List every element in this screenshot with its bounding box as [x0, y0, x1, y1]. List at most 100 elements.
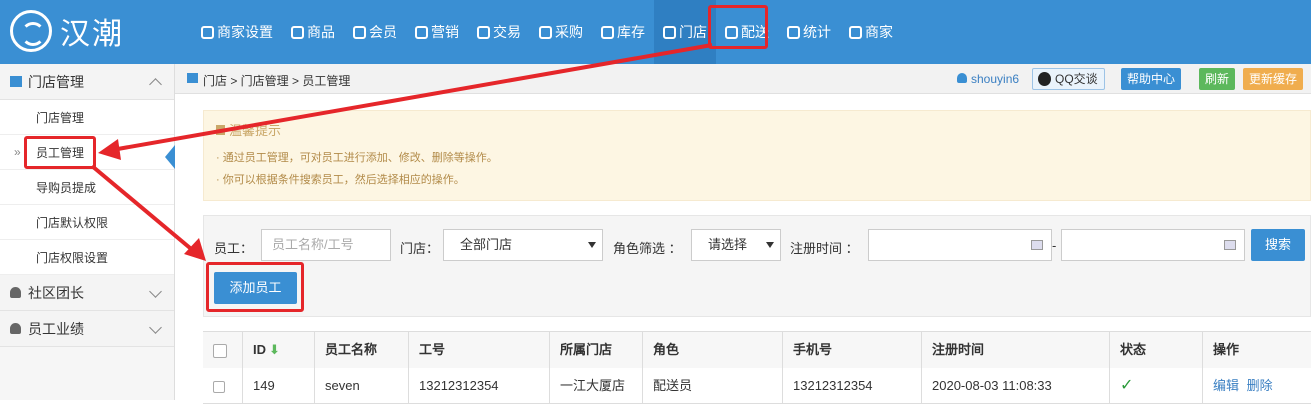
- user-icon: [10, 287, 21, 298]
- breadcrumb: 门店 > 门店管理 > 员工管理: [203, 74, 351, 88]
- tip-icon: [216, 125, 225, 135]
- brand-logo[interactable]: 汉潮: [10, 9, 124, 53]
- tips-title: 温馨提示: [216, 120, 281, 139]
- cell-name: seven: [315, 368, 409, 404]
- select-all-checkbox[interactable]: [213, 343, 227, 358]
- gear-icon: [201, 25, 214, 39]
- employee-search-input[interactable]: 员工名称/工号: [261, 229, 391, 261]
- nav-merchant[interactable]: 商家: [840, 0, 902, 64]
- top-navbar: 汉潮 商家设置 商品 会员 营销 交易 采购 库存 门店 配送 统计 商家: [0, 0, 1311, 64]
- column-header-phone: 手机号: [783, 332, 922, 368]
- edit-link[interactable]: 编辑: [1213, 378, 1239, 393]
- nav-purchase[interactable]: 采购: [530, 0, 592, 64]
- chevron-up-icon: [149, 78, 162, 91]
- sort-download-icon[interactable]: ⬇: [269, 342, 280, 357]
- cell-status: ✓: [1110, 368, 1203, 404]
- qq-chat-button[interactable]: QQ交谈: [1032, 68, 1105, 90]
- cell-reg-time: 2020-08-03 11:08:33: [922, 368, 1110, 404]
- nav-stores-highlight: [708, 5, 768, 49]
- home-icon: [663, 25, 676, 39]
- cup-icon: [539, 25, 552, 39]
- table-header: ID ⬇ 员工名称 工号 所属门店 角色 手机号 注册时间 状态 操作: [203, 332, 1311, 368]
- date-separator: -: [1052, 238, 1057, 253]
- sidebar-item-guide-commission[interactable]: 导购员提成: [0, 170, 174, 205]
- calendar-icon[interactable]: [1031, 240, 1043, 250]
- qq-label: QQ交谈: [1055, 72, 1098, 86]
- nav-label: 营销: [431, 24, 459, 40]
- nav-label: 库存: [617, 24, 645, 40]
- table-row: 149 seven 13212312354 一江大厦店 配送员 13212312…: [203, 368, 1311, 404]
- sidebar-group-employee-performance[interactable]: 员工业绩: [0, 311, 174, 347]
- sidebar-item-permission-settings[interactable]: 门店权限设置: [0, 240, 174, 275]
- database-icon: [291, 25, 304, 39]
- home-icon: [187, 73, 198, 83]
- current-user[interactable]: shouyin6: [971, 72, 1019, 86]
- calendar-icon[interactable]: [1224, 240, 1236, 250]
- home-icon: [10, 76, 22, 87]
- chevron-down-icon: [149, 321, 162, 334]
- nav-trade[interactable]: 交易: [468, 0, 530, 64]
- search-button[interactable]: 搜索: [1251, 229, 1305, 261]
- column-header-id[interactable]: ID ⬇: [243, 332, 315, 368]
- cell-id: 149: [243, 368, 315, 404]
- sidebar-employee-highlight: [24, 136, 96, 169]
- nav-stores[interactable]: 门店: [654, 0, 716, 64]
- tips-panel: 温馨提示 · 通过员工管理，可对员工进行添加、修改、删除等操作。 · 你可以根据…: [203, 110, 1311, 201]
- active-marker: »: [14, 145, 21, 159]
- cell-actions: 编辑 删除: [1203, 368, 1311, 404]
- header-label: ID: [253, 342, 266, 357]
- sidebar-item-label: 导购员提成: [36, 180, 97, 195]
- column-header-role: 角色: [643, 332, 783, 368]
- delete-link[interactable]: 删除: [1247, 378, 1273, 393]
- bar-chart-icon: [787, 25, 800, 39]
- cell-work-no: 13212312354: [409, 368, 550, 404]
- filter-panel: 员工： 员工名称/工号 门店： 全部门店 角色筛选 ： 请选择 注册时间 ： -…: [203, 215, 1311, 317]
- sidebar-item-default-permissions[interactable]: 门店默认权限: [0, 205, 174, 240]
- row-select-cell: [203, 368, 243, 404]
- user-icon: [957, 73, 967, 83]
- column-header-reg-time: 注册时间: [922, 332, 1110, 368]
- sidebar-item-store-management[interactable]: 门店管理: [0, 100, 174, 135]
- nav-products[interactable]: 商品: [282, 0, 344, 64]
- breadcrumb-bar: 门店 > 门店管理 > 员工管理 shouyin6 QQ交谈 帮助中心 刷新 更…: [175, 64, 1311, 94]
- sidebar-item-label: 门店权限设置: [36, 250, 109, 265]
- sidebar-group-community-leader[interactable]: 社区团长: [0, 275, 174, 311]
- column-header-work-no: 工号: [409, 332, 550, 368]
- sidebar-group-label: 社区团长: [28, 284, 84, 301]
- employee-table: ID ⬇ 员工名称 工号 所属门店 角色 手机号 注册时间 状态 操作 149 s…: [203, 331, 1311, 404]
- active-indicator-arrow: [165, 145, 175, 169]
- date-end-input[interactable]: [1061, 229, 1245, 261]
- qq-icon: [1038, 72, 1051, 86]
- date-start-input[interactable]: [868, 229, 1052, 261]
- clipboard-icon: [477, 25, 490, 39]
- help-center-button[interactable]: 帮助中心: [1121, 68, 1182, 90]
- check-icon: ✓: [1120, 377, 1134, 394]
- nav-members[interactable]: 会员: [344, 0, 406, 64]
- nav-statistics[interactable]: 统计: [778, 0, 840, 64]
- store-select[interactable]: 全部门店: [443, 229, 603, 261]
- warehouse-icon: [601, 25, 614, 39]
- role-select[interactable]: 请选择: [691, 229, 781, 261]
- nav-label: 采购: [555, 24, 583, 40]
- update-cache-button[interactable]: 更新缓存: [1243, 68, 1304, 90]
- main-nav: 商家设置 商品 会员 营销 交易 采购 库存 门店 配送 统计 商家: [192, 0, 902, 64]
- tips-title-text: 温馨提示: [229, 123, 282, 138]
- select-all-cell: [203, 332, 243, 368]
- refresh-button[interactable]: 刷新: [1199, 68, 1236, 90]
- cell-phone: 13212312354: [783, 368, 922, 404]
- sidebar-item-label: 门店默认权限: [36, 215, 109, 230]
- column-header-name: 员工名称: [315, 332, 409, 368]
- sidebar-group-store-management[interactable]: 门店管理: [0, 64, 174, 100]
- add-employee-highlight: [206, 262, 304, 312]
- sidebar-group-label: 员工业绩: [28, 320, 84, 337]
- nav-inventory[interactable]: 库存: [592, 0, 654, 64]
- column-header-actions: 操作: [1203, 332, 1311, 368]
- nav-label: 交易: [493, 24, 521, 40]
- chevron-down-icon: [149, 285, 162, 298]
- employee-label: 员工：: [214, 241, 254, 256]
- row-checkbox[interactable]: [213, 380, 225, 393]
- nav-marketing[interactable]: 营销: [406, 0, 468, 64]
- brand-name: 汉潮: [60, 18, 124, 51]
- sidebar: 门店管理 门店管理 » 员工管理 导购员提成 门店默认权限 门店权限设置 社区团…: [0, 64, 175, 400]
- nav-merchant-settings[interactable]: 商家设置: [192, 0, 282, 64]
